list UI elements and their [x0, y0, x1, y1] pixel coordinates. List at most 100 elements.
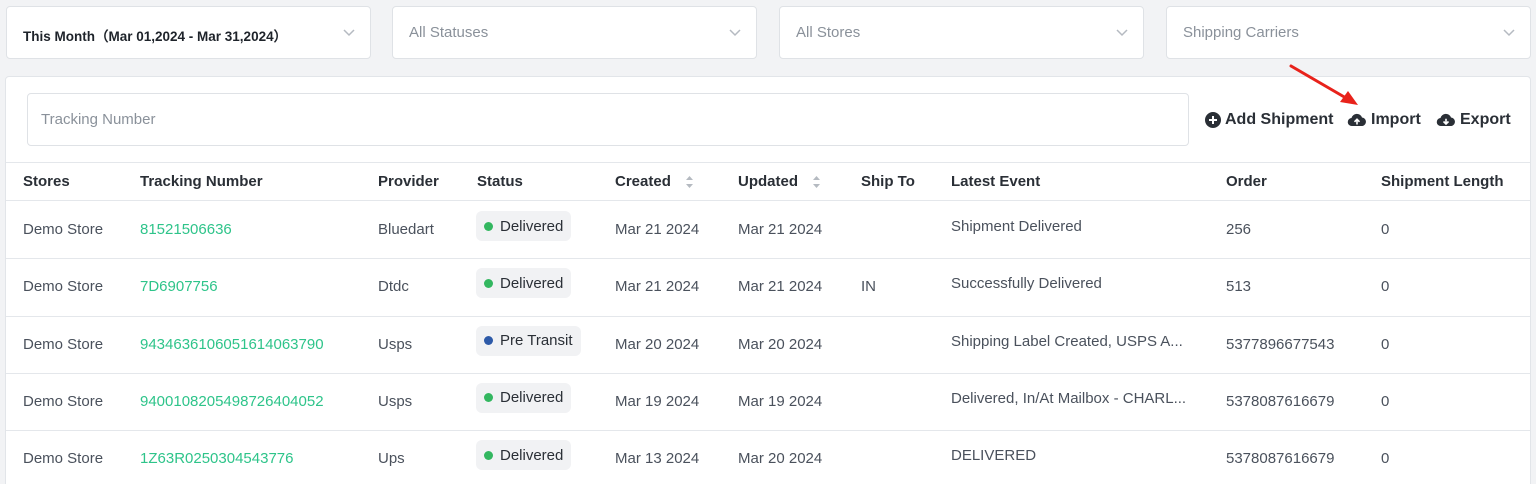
status-select[interactable]: All Statuses	[392, 6, 757, 59]
order-cell: 513	[1226, 278, 1252, 296]
import-label: Import	[1371, 111, 1421, 128]
created-date-cell: Mar 20 2024	[615, 335, 700, 353]
status-dot-icon	[484, 393, 493, 403]
date-range-select[interactable]: This Month（Mar 01,2024 - Mar 31,2024）	[6, 6, 371, 59]
tracking-number-link[interactable]: 81521506636	[140, 221, 232, 238]
stores-select-value: All Stores	[796, 24, 861, 41]
row-divider	[6, 315, 1530, 317]
status-badge: Pre Transit	[476, 325, 581, 356]
tracking-number-link[interactable]: 9400108205498726404052	[140, 393, 324, 410]
export-button[interactable]: Export	[1436, 109, 1511, 131]
column-header-created-label: Created	[615, 173, 671, 190]
shipment-length-cell: 0	[1381, 278, 1390, 296]
tracking-number-link[interactable]: 1Z63R0250304543776	[140, 450, 293, 467]
column-header-updated-label: Updated	[738, 173, 798, 190]
column-header-order: Order	[1226, 173, 1267, 190]
column-header-shipment-length: Shipment Length	[1381, 173, 1504, 190]
order-cell: 256	[1226, 221, 1252, 238]
latest-event-cell: Delivered, In/At Mailbox - CHARL...	[951, 389, 1187, 407]
status-dot-icon	[484, 278, 493, 288]
shipment-length-cell: 0	[1381, 450, 1390, 468]
tracking-number-input[interactable]	[28, 94, 1188, 145]
created-date-cell: Mar 21 2024	[615, 221, 700, 238]
shipment-length-cell: 0	[1381, 392, 1390, 410]
plus-circle-icon	[1205, 112, 1221, 128]
updated-date-cell: Mar 21 2024	[738, 278, 823, 296]
created-date-cell: Mar 13 2024	[615, 450, 700, 468]
status-dot-icon	[484, 221, 493, 231]
status-dot-icon	[484, 336, 493, 346]
sort-icon	[813, 176, 820, 189]
add-shipment-button[interactable]: Add Shipment	[1205, 109, 1333, 131]
column-header-created[interactable]: Created	[615, 173, 694, 190]
sort-icon	[685, 176, 693, 189]
order-cell: 5378087616679	[1226, 392, 1335, 410]
status-badge-label: Delivered	[500, 274, 564, 292]
column-header-updated[interactable]: Updated	[738, 173, 821, 190]
status-badge: Delivered	[476, 211, 572, 241]
store-cell: Demo Store	[23, 278, 104, 296]
store-cell: Demo Store	[23, 221, 104, 238]
status-badge-label: Delivered	[500, 446, 564, 464]
store-cell: Demo Store	[23, 450, 104, 468]
status-badge-label: Delivered	[500, 217, 564, 235]
status-badge-label: Delivered	[500, 389, 564, 407]
provider-cell: Ups	[378, 450, 405, 468]
status-dot-icon	[484, 450, 493, 460]
export-label: Export	[1460, 111, 1511, 128]
provider-cell: Usps	[378, 335, 413, 353]
date-range-value: This Month（Mar 01,2024 - Mar 31,2024）	[23, 29, 288, 44]
row-divider	[6, 258, 1530, 260]
table-top-divider	[6, 162, 1530, 163]
latest-event-cell: Shipping Label Created, USPS A...	[951, 332, 1183, 350]
status-badge-label: Pre Transit	[500, 332, 573, 350]
carriers-select-value: Shipping Carriers	[1183, 24, 1299, 41]
created-date-cell: Mar 19 2024	[615, 392, 700, 410]
chevron-down-icon	[343, 29, 355, 37]
created-date-cell: Mar 21 2024	[615, 278, 700, 296]
column-header-status: Status	[477, 173, 523, 190]
shipment-length-cell: 0	[1381, 335, 1390, 353]
chevron-down-icon	[1503, 29, 1515, 37]
latest-event-cell: Successfully Delivered	[951, 275, 1102, 293]
shipping-carriers-select[interactable]: Shipping Carriers	[1166, 6, 1531, 59]
order-cell: 5377896677543	[1226, 335, 1335, 353]
import-button[interactable]: Import	[1347, 109, 1421, 131]
status-badge: Delivered	[476, 268, 572, 299]
updated-date-cell: Mar 21 2024	[738, 221, 823, 238]
latest-event-cell: DELIVERED	[951, 447, 1037, 465]
provider-cell: Bluedart	[378, 221, 434, 238]
provider-cell: Usps	[378, 392, 413, 410]
column-header-latest-event: Latest Event	[951, 173, 1041, 190]
updated-date-cell: Mar 20 2024	[738, 335, 823, 353]
cloud-upload-icon	[1347, 113, 1366, 127]
status-badge: Delivered	[476, 382, 572, 413]
add-shipment-label: Add Shipment	[1225, 111, 1334, 128]
order-cell: 5378087616679	[1226, 450, 1335, 468]
column-header-provider: Provider	[378, 173, 439, 190]
tracking-number-search[interactable]	[27, 93, 1189, 146]
chevron-down-icon	[1116, 29, 1128, 37]
updated-date-cell: Mar 20 2024	[738, 450, 823, 468]
shipment-length-cell: 0	[1381, 221, 1390, 238]
status-badge: Delivered	[476, 440, 572, 471]
column-header-tracking-number: Tracking Number	[140, 173, 263, 190]
annotation-arrow-icon	[1289, 64, 1358, 105]
column-header-ship-to: Ship To	[861, 173, 915, 190]
row-divider	[6, 372, 1530, 374]
store-cell: Demo Store	[23, 392, 104, 410]
column-header-stores: Stores	[23, 173, 70, 190]
provider-cell: Dtdc	[378, 278, 409, 296]
tracking-number-link[interactable]: 9434636106051614063790	[140, 336, 324, 353]
ship-to-cell: IN	[861, 278, 876, 296]
cloud-download-icon	[1436, 113, 1455, 127]
tracking-number-link[interactable]: 7D6907756	[140, 278, 218, 295]
chevron-down-icon	[729, 29, 741, 37]
store-cell: Demo Store	[23, 335, 104, 353]
status-select-value: All Statuses	[409, 24, 489, 41]
row-divider	[6, 430, 1530, 432]
updated-date-cell: Mar 19 2024	[738, 392, 823, 410]
latest-event-cell: Shipment Delivered	[951, 218, 1082, 235]
table-header-divider	[6, 200, 1530, 201]
stores-select[interactable]: All Stores	[779, 6, 1144, 59]
